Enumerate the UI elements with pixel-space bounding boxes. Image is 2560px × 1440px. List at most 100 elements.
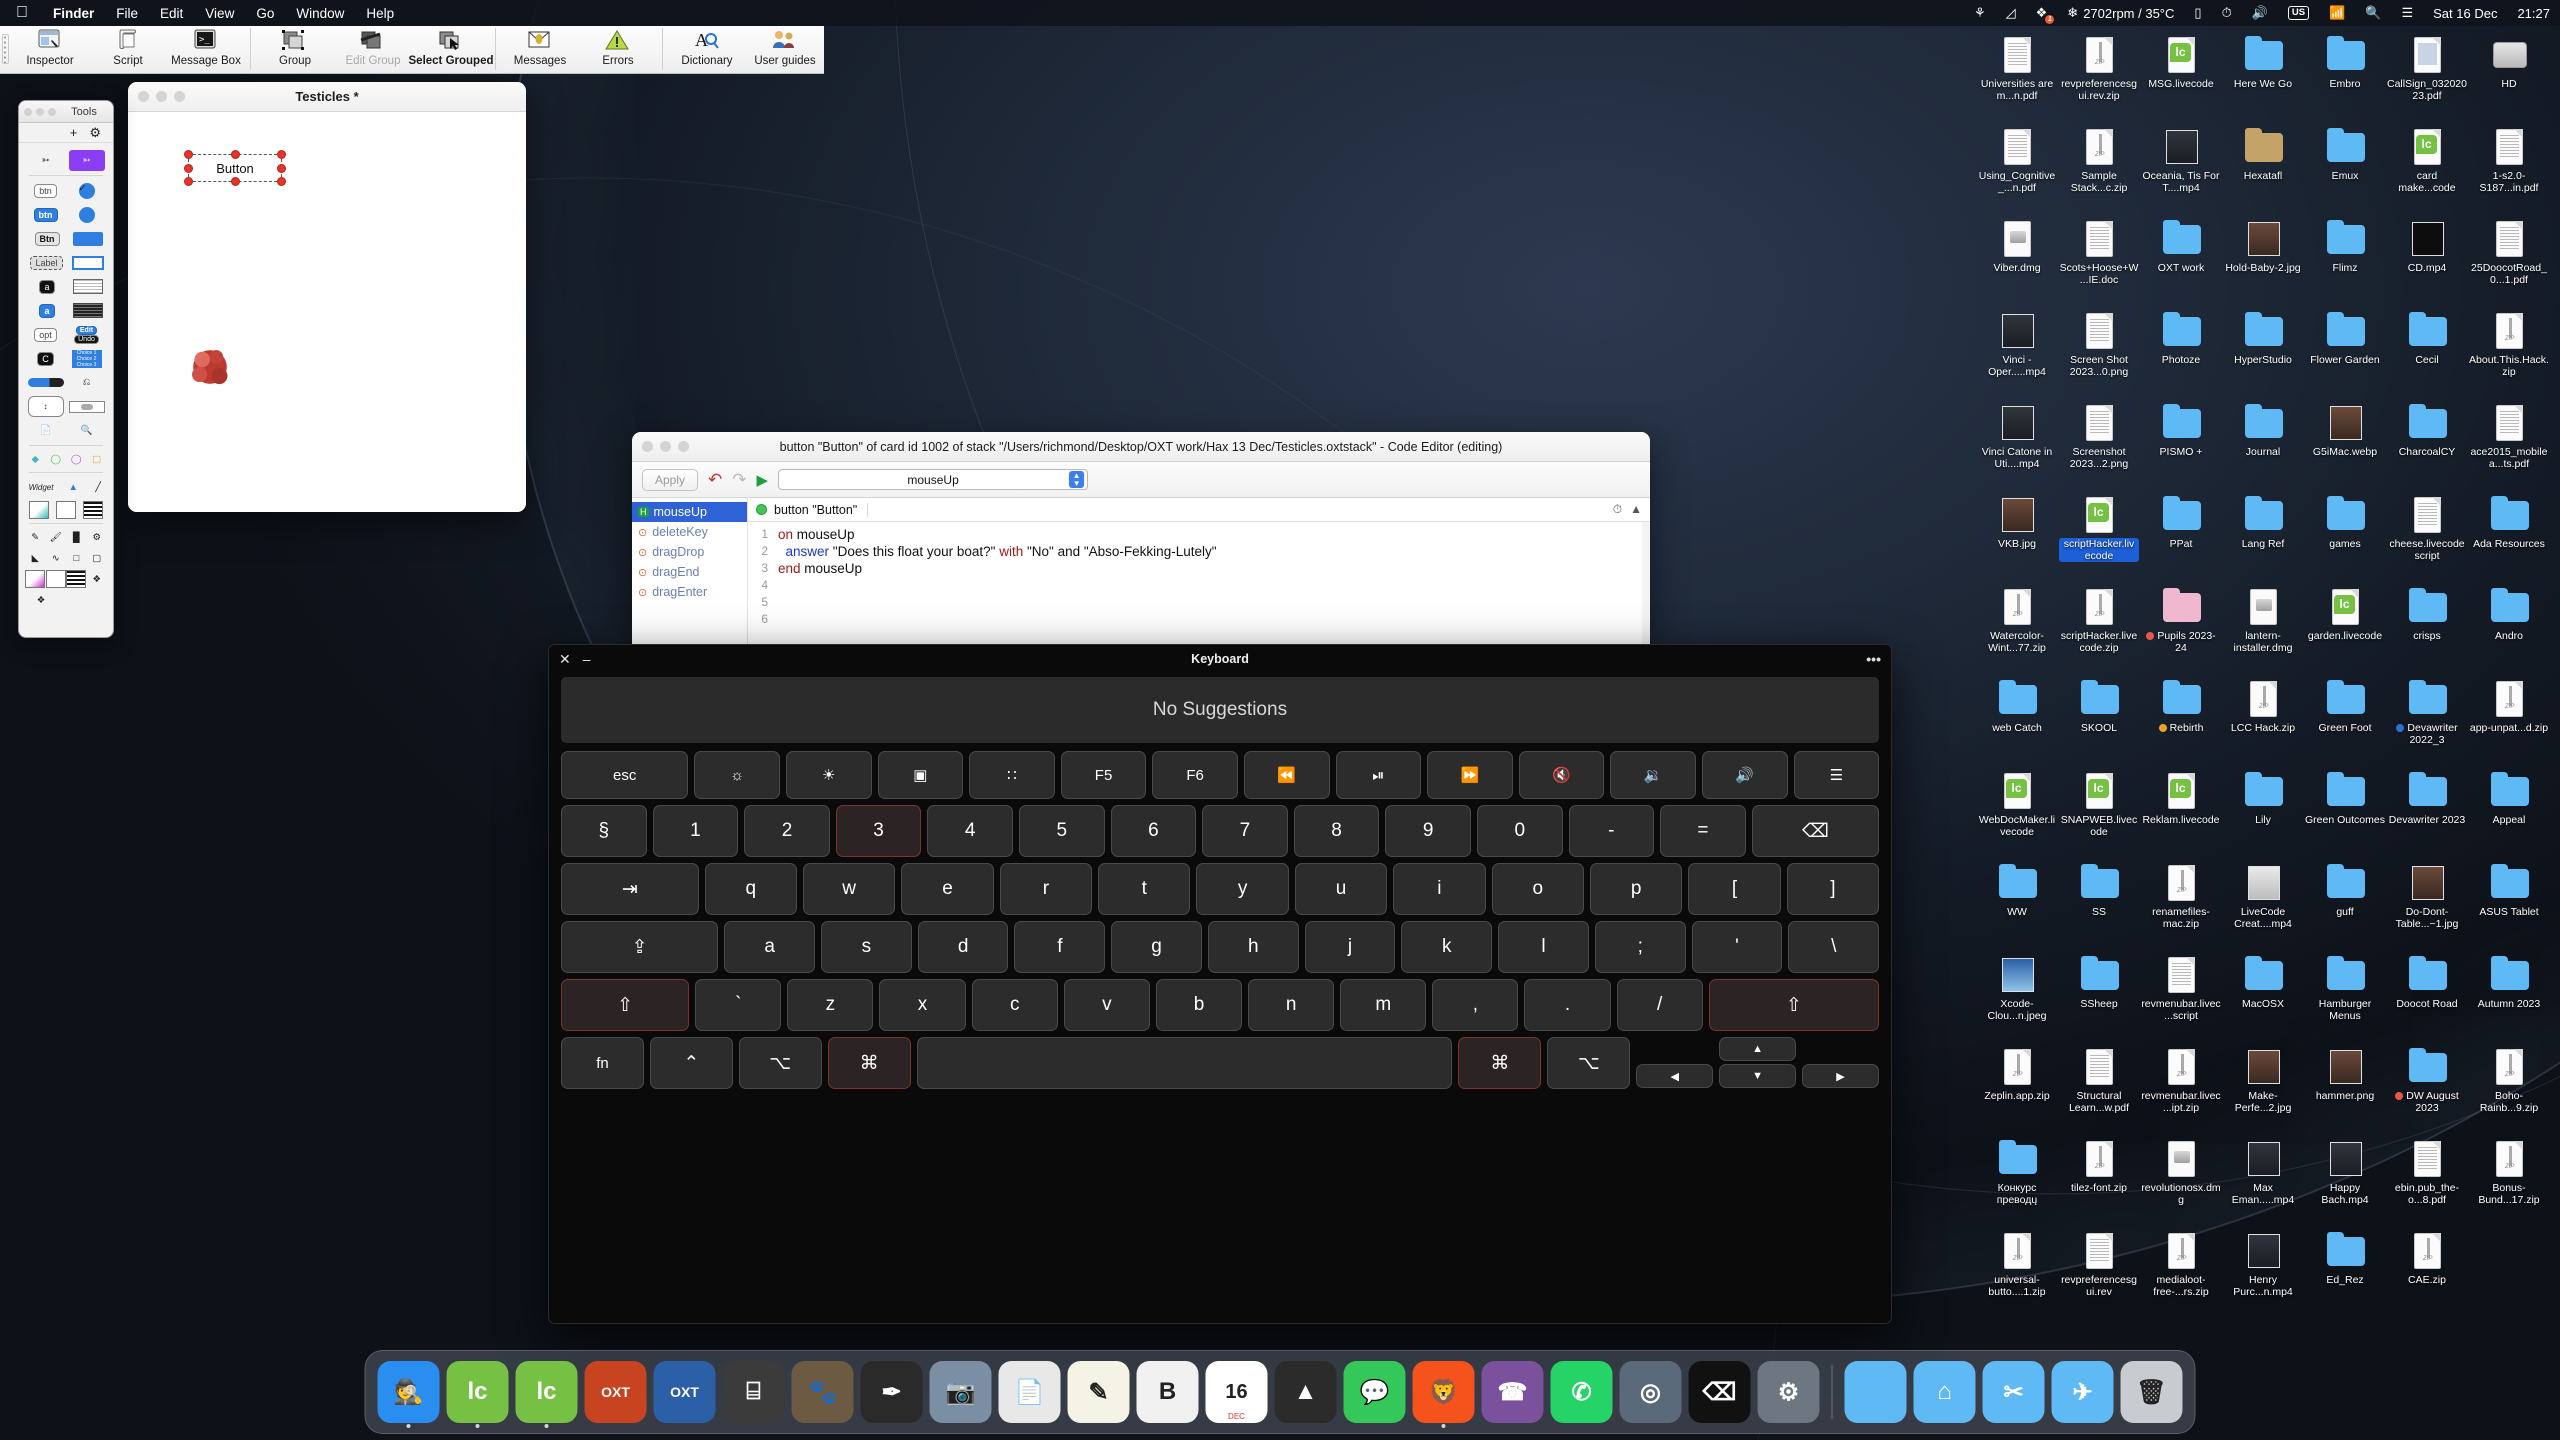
apply-button[interactable]: Apply [642,468,699,491]
field-tool[interactable]: a [29,276,65,297]
desktop-icon[interactable]: Appeal [2468,766,2550,858]
key-r[interactable]: r [999,863,1093,915]
desktop-icon[interactable]: ace2015_mobilea...ts.pdf [2468,398,2550,490]
volume-icon[interactable]: 🔊 [2242,0,2278,26]
desktop-icon[interactable]: Andro [2468,582,2550,674]
toolbar-button-user-guides[interactable]: User guides [746,26,824,72]
desktop-icon[interactable]: Embro [2304,30,2386,122]
resize-handle-bl[interactable] [184,177,193,186]
key-d[interactable]: d [917,921,1009,973]
key-backtick[interactable]: ` [695,979,782,1031]
key-l[interactable]: l [1498,921,1589,973]
key-3[interactable]: 3 [835,805,922,857]
desktop-icon[interactable]: Do-Dont-Table...~1.jpg [2386,858,2468,950]
handler-select[interactable]: mouseUp ▲ ▼ [778,469,1089,490]
key-quote[interactable]: ' [1691,921,1783,973]
desktop-icon[interactable]: CallSign_03202023.pdf [2386,30,2468,122]
scrolling-field-tool[interactable]: a [29,300,65,321]
desktop-icon[interactable]: Lily [2222,766,2304,858]
handler-item-dragEnter[interactable]: ⊙ dragEnter [632,582,747,602]
desktop-icon[interactable]: Happy Bach.mp4 [2304,1134,2386,1226]
desktop-icon[interactable]: ZIP Boho-Rainb...9.zip [2468,1042,2550,1134]
key-command-right[interactable]: ⌘ [1458,1037,1542,1089]
key-backslash[interactable]: \ [1788,921,1880,973]
key-g[interactable]: g [1111,921,1202,973]
key-F6[interactable]: F6 [1152,751,1238,799]
fill-color-swatch[interactable] [28,501,49,519]
rect-graphic-tool[interactable]: ▢ [87,450,107,468]
desktop-icon[interactable]: lc MSG.livecode [2140,30,2222,122]
desktop-icon[interactable]: revpreferencesgui.rev [2058,1226,2140,1318]
handler-item-dragEnd[interactable]: ⊙ dragEnd [632,562,747,582]
desktop-icon[interactable]: ZIP Zeplin.app.zip [1976,1042,2058,1134]
key-mute[interactable]: 🔇 [1518,751,1605,799]
desktop-icon[interactable]: Vinci Catone in Uti....mp4 [1976,398,2058,490]
menu-item-go[interactable]: Go [245,6,285,21]
desktop-icon[interactable]: Lang Ref [2222,490,2304,582]
code-editor-titlebar[interactable]: button "Button" of card id 1002 of stack… [632,432,1650,462]
key-arrow-down[interactable]: ▼ [1719,1064,1797,1088]
key-volume-up[interactable]: 🔊 [1701,751,1788,799]
keyboard-menu-icon[interactable]: ••• [1866,651,1881,667]
desktop-icon[interactable]: cheese.livecodescript [2386,490,2468,582]
key-bracket-left[interactable]: [ [1688,863,1781,915]
dock-item-preview[interactable]: 📄 [998,1361,1061,1423]
key-shift-left[interactable]: ⇧ [561,979,690,1031]
key-brightness-up[interactable]: ☀ [785,751,872,799]
toolbar-button-script[interactable]: Script [89,26,167,72]
key-fn[interactable]: fn [561,1037,644,1089]
dock-item-utilities[interactable]: ✂ [1982,1361,2045,1423]
bartender-icon[interactable]: ⚘ [1964,0,1996,26]
key-F5[interactable]: F5 [1060,751,1147,799]
desktop-icon[interactable]: lc WebDocMaker.livecode [1976,766,2058,858]
close-icon[interactable]: ✕ [559,651,571,668]
rotate-tool[interactable]: ❖ [31,591,51,609]
desktop-icon[interactable]: Using_Cognitive_...n.pdf [1976,122,2058,214]
toolbar-button-message-box[interactable]: >_ Message Box [167,26,245,72]
key-a[interactable]: a [724,921,815,973]
paint-back-swatch[interactable] [45,570,66,588]
brush-tool[interactable]: 🖌 [46,528,66,546]
code-line[interactable]: 6 [748,611,1650,628]
desktop-icon[interactable]: Конкурс преводų [1976,1134,2058,1226]
code-editor-pane[interactable]: button "Button" ⏱ ▲ 1 on mouseUp 2 answer … [748,498,1650,648]
handler-item-mouseUp[interactable]: HmouseUp [632,502,747,522]
default-button-tool[interactable]: btn [28,204,64,225]
desktop-icon[interactable]: Screenshot 2023...2.png [2058,398,2140,490]
dock-item-documents[interactable] [1844,1361,1907,1423]
dock-item-applications[interactable]: ✈ [2051,1361,2114,1423]
key-play-pause[interactable]: ⏯ [1335,751,1422,799]
resize-handle-mr[interactable] [277,164,286,173]
resize-handle-bc[interactable] [231,177,240,186]
dock-item-livecode[interactable]: lc [446,1361,509,1423]
menu-item-help[interactable]: Help [355,6,405,21]
desktop-icon[interactable]: ZIP About.This.Hack.zip [2468,306,2550,398]
code-line[interactable]: 4 [748,577,1650,594]
resize-handle-tr[interactable] [277,150,286,159]
desktop-icon[interactable]: revmenubar.livec...script [2140,950,2222,1042]
key-period[interactable]: . [1524,979,1611,1031]
desktop-icon[interactable]: ZIP LCC Hack.zip [2222,674,2304,766]
key-delete[interactable]: ⌫ [1751,805,1880,857]
radio-button-tool[interactable] [69,204,105,225]
resize-handle-ml[interactable] [184,164,193,173]
desktop-icon[interactable]: Devawriter 2023 [2386,766,2468,858]
menu-item-edit[interactable]: Edit [149,6,194,21]
desktop-icon[interactable]: SSheep [2058,950,2140,1042]
key-9[interactable]: 9 [1385,805,1471,857]
rect-button-tool[interactable]: Btn [29,228,65,249]
run-pointer-tool[interactable]: ➳ [28,150,64,171]
dock-item-messages[interactable]: 💬 [1343,1361,1406,1423]
key-x[interactable]: x [879,979,966,1031]
desktop-icon[interactable]: 1-s2.0-S187...in.pdf [2468,122,2550,214]
key-5[interactable]: 5 [1018,805,1105,857]
desktop-icon[interactable]: ZIP tilez-font.zip [2058,1134,2140,1226]
key-q[interactable]: q [704,863,797,915]
keyboard-window-controls[interactable]: ✕ – [559,651,591,668]
desktop-icon[interactable]: ebin.pub_the-o...8.pdf [2386,1134,2468,1226]
desktop-icon[interactable]: lantern-installer.dmg [2222,582,2304,674]
desktop-icon[interactable]: ZIP CAE.zip [2386,1226,2468,1318]
input-source-indicator[interactable]: US [2278,0,2319,26]
desktop-icon[interactable]: Max Eman.....mp4 [2222,1134,2304,1226]
key-p[interactable]: p [1589,863,1683,915]
